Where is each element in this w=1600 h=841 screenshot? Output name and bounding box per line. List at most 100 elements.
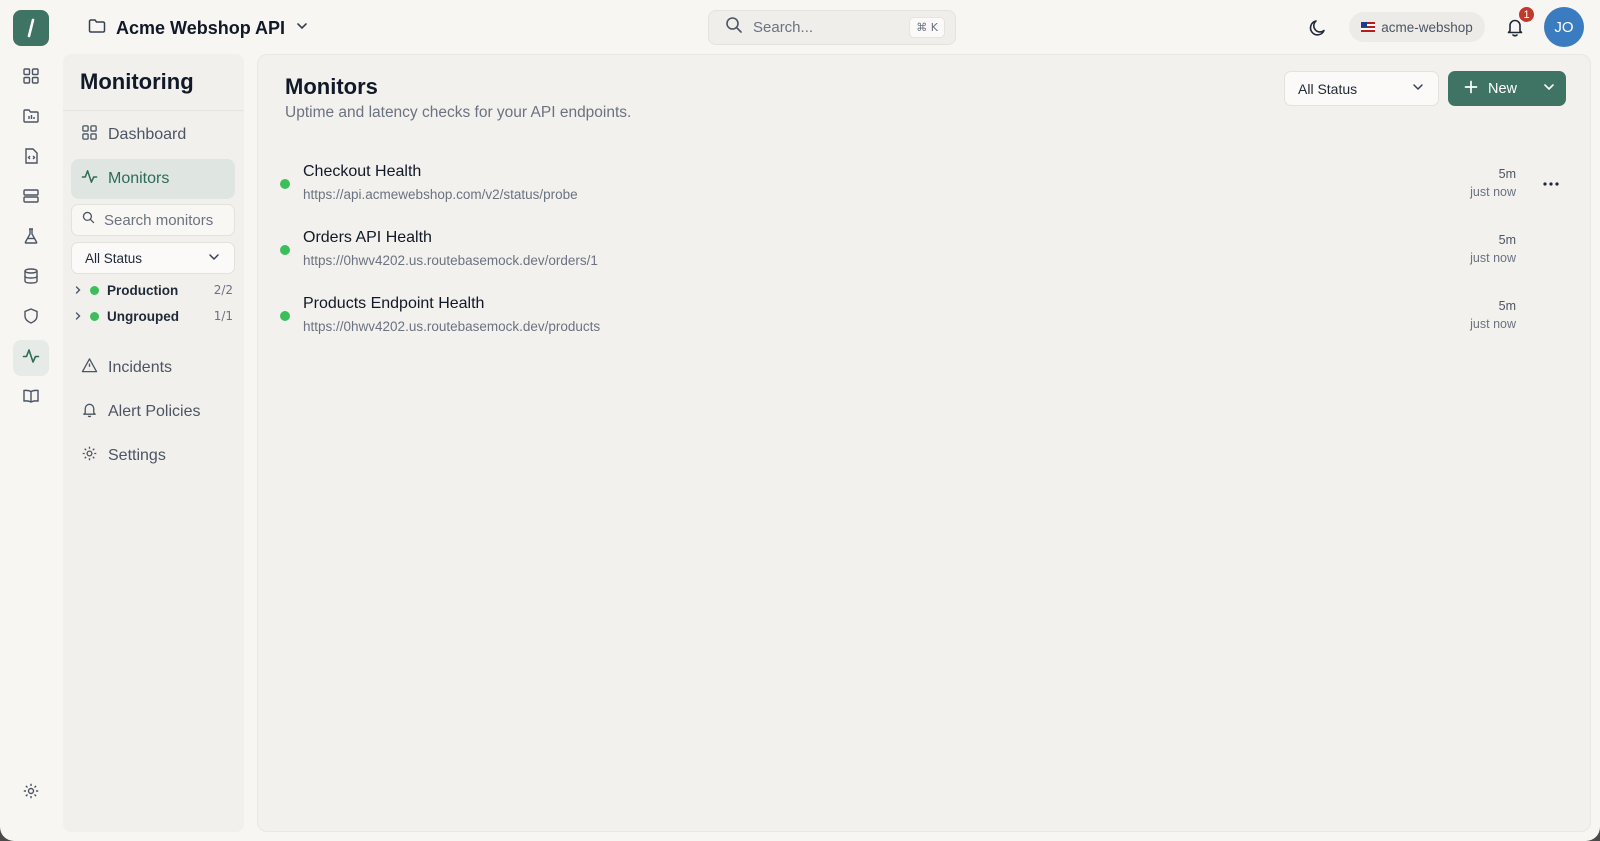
monitor-interval: 5m	[1498, 299, 1516, 313]
new-monitor-button[interactable]: New	[1448, 71, 1566, 106]
status-dot	[280, 179, 290, 189]
activity-icon	[81, 168, 98, 190]
monitor-row[interactable]: Orders API Health https://0hwv4202.us.ro…	[276, 225, 1572, 281]
gear-icon	[81, 445, 98, 467]
sidebar-item-alert-policies[interactable]: Alert Policies	[71, 392, 235, 432]
server-icon	[22, 187, 40, 210]
monitor-row[interactable]: Checkout Health https://api.acmewebshop.…	[276, 159, 1572, 215]
top-bar: Acme Webshop API Search... ⌘ K acme-webs…	[0, 0, 1600, 54]
rail-tests-button[interactable]	[13, 220, 49, 256]
more-options-button[interactable]	[1538, 169, 1564, 195]
user-avatar[interactable]: JO	[1544, 7, 1584, 47]
sidebar-item-label: Incidents	[108, 359, 173, 376]
activity-icon	[22, 347, 40, 370]
rail-code-button[interactable]	[13, 140, 49, 176]
more-horizontal-icon	[1543, 173, 1559, 191]
sidebar-status-filter[interactable]: All Status	[71, 242, 235, 274]
monitor-row[interactable]: Products Endpoint Health https://0hwv420…	[276, 291, 1572, 347]
chevron-down-icon	[1411, 80, 1425, 97]
monitor-search-input[interactable]	[104, 211, 228, 229]
chevron-down-icon[interactable]	[1542, 80, 1556, 98]
chevron-down-icon	[207, 250, 221, 267]
chevron-right-icon	[73, 309, 83, 324]
folder-icon	[88, 18, 106, 39]
rail-servers-button[interactable]	[13, 180, 49, 216]
monitor-interval: 5m	[1498, 167, 1516, 181]
sidebar-item-settings[interactable]: Settings	[71, 436, 235, 476]
chevron-down-icon	[295, 19, 309, 38]
status-dot	[280, 245, 290, 255]
rail-projects-button[interactable]	[13, 100, 49, 136]
status-dot	[90, 311, 99, 321]
group-count: 1/1	[213, 309, 233, 323]
rail-security-button[interactable]	[13, 300, 49, 336]
icon-rail	[0, 60, 62, 841]
project-switcher[interactable]: Acme Webshop API	[88, 14, 309, 42]
sidebar-item-monitors[interactable]: Monitors	[71, 159, 235, 199]
monitor-name: Products Endpoint Health	[303, 295, 485, 312]
rail-docs-button[interactable]	[13, 380, 49, 416]
bell-icon	[81, 401, 98, 423]
rail-dashboard-button[interactable]	[13, 60, 49, 96]
status-dot	[280, 311, 290, 321]
org-name: acme-webshop	[1381, 19, 1473, 35]
notification-badge: 1	[1517, 5, 1536, 24]
group-name: Ungrouped	[107, 308, 179, 324]
page-subtitle: Uptime and latency checks for your API e…	[285, 104, 632, 121]
sidebar-item-label: Alert Policies	[108, 403, 201, 420]
theme-toggle-button[interactable]	[1306, 16, 1330, 40]
warning-icon	[81, 357, 98, 379]
gear-icon	[22, 782, 40, 805]
group-name: Production	[107, 282, 179, 298]
monitor-last-check: just now	[1470, 317, 1516, 331]
plus-icon	[1464, 80, 1478, 98]
monitor-last-check: just now	[1470, 251, 1516, 265]
sidebar-item-label: Dashboard	[108, 126, 187, 143]
rail-database-button[interactable]	[13, 260, 49, 296]
search-icon	[82, 211, 95, 229]
monitoring-sidebar: Monitoring Dashboard Monitors All Status	[63, 54, 244, 832]
database-icon	[22, 267, 40, 290]
monitor-interval: 5m	[1498, 233, 1516, 247]
monitor-url: https://0hwv4202.us.routebasemock.dev/or…	[303, 253, 598, 268]
code-file-icon	[22, 147, 40, 170]
status-filter-value: All Status	[85, 250, 143, 266]
sidebar-title: Monitoring	[80, 69, 194, 94]
rail-monitoring-button[interactable]	[13, 340, 49, 376]
main-panel: Monitors Uptime and latency checks for y…	[257, 54, 1591, 832]
org-switcher[interactable]: acme-webshop	[1349, 12, 1485, 42]
sidebar-item-dashboard[interactable]: Dashboard	[71, 115, 235, 155]
shield-icon	[22, 307, 40, 330]
monitor-name: Checkout Health	[303, 163, 422, 180]
status-dot	[90, 285, 99, 295]
group-production[interactable]: Production 2/2	[73, 280, 233, 300]
chevron-right-icon	[73, 283, 83, 298]
status-filter-value: All Status	[1298, 80, 1358, 97]
new-button-label: New	[1488, 80, 1518, 97]
sidebar-search	[71, 204, 235, 236]
app-logo[interactable]	[13, 10, 49, 46]
moon-icon	[1306, 20, 1330, 44]
sidebar-item-label: Settings	[108, 447, 166, 464]
search-shortcut: ⌘ K	[909, 17, 945, 38]
group-count: 2/2	[213, 283, 233, 297]
global-search[interactable]: Search... ⌘ K	[708, 10, 956, 45]
monitor-url: https://api.acmewebshop.com/v2/status/pr…	[303, 187, 578, 202]
search-icon	[725, 16, 743, 39]
project-name: Acme Webshop API	[116, 17, 286, 38]
us-flag-icon	[1361, 22, 1376, 32]
status-filter-select[interactable]: All Status	[1284, 71, 1439, 106]
monitor-name: Orders API Health	[303, 229, 432, 246]
grid-icon	[22, 67, 40, 90]
sidebar-item-label: Monitors	[108, 170, 170, 187]
sidebar-item-incidents[interactable]: Incidents	[71, 348, 235, 388]
book-icon	[22, 387, 40, 410]
flask-icon	[22, 227, 40, 250]
group-ungrouped[interactable]: Ungrouped 1/1	[73, 306, 233, 326]
grid-icon	[81, 124, 98, 146]
rail-settings-button[interactable]	[13, 775, 49, 811]
page-title: Monitors	[285, 74, 378, 99]
monitor-last-check: just now	[1470, 185, 1516, 199]
search-placeholder: Search...	[753, 19, 814, 36]
app-window: Acme Webshop API Search... ⌘ K acme-webs…	[0, 0, 1600, 841]
